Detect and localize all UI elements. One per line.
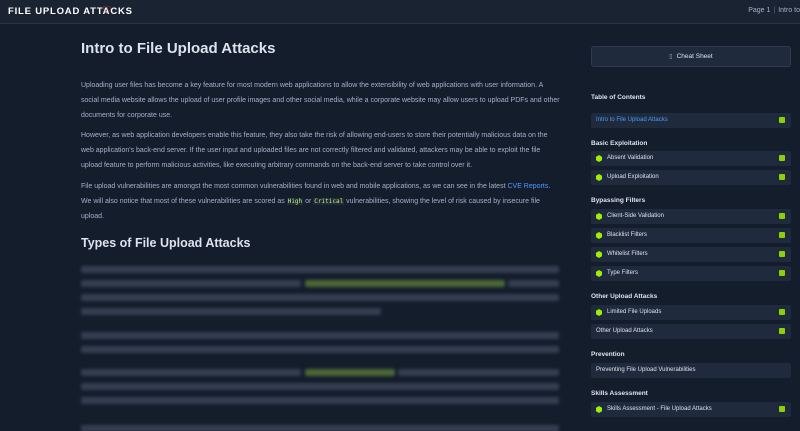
paragraph-text: File upload vulnerabilities are amongst … <box>81 183 508 190</box>
sidebar: ▯ Cheat Sheet Table of Contents Intro to … <box>583 25 800 431</box>
toc-item-preventing-vulnerabilities[interactable]: Preventing File Upload Vulnerabilities <box>591 363 791 378</box>
blurred-line <box>81 308 381 315</box>
blurred-line <box>81 280 301 287</box>
completed-icon <box>779 309 785 315</box>
module-icon <box>596 232 602 239</box>
page-navigation[interactable]: Page 1 | Intro to <box>748 7 800 14</box>
completed-icon <box>779 328 785 334</box>
module-icon <box>596 270 602 277</box>
toc-item-type-filters[interactable]: Type Filters <box>591 266 791 281</box>
critical-code: Critical <box>313 198 345 205</box>
toc-item-label: Whitelist Filters <box>607 251 648 257</box>
module-icon <box>596 155 602 162</box>
toc-item-label: Blacklist Filters <box>607 232 648 238</box>
blurred-line <box>508 280 559 287</box>
top-bar: FILE UPLOAD ATTACKS ♡ Page 1 | Intro to <box>0 0 800 24</box>
toc-item-limited-file-uploads[interactable]: Limited File Uploads <box>591 305 791 320</box>
blurred-line <box>81 266 559 273</box>
toc-item-upload-exploitation[interactable]: Upload Exploitation <box>591 170 791 185</box>
module-title: FILE UPLOAD ATTACKS <box>8 6 133 17</box>
completed-icon <box>779 155 785 161</box>
toc-item-other-upload-attacks[interactable]: Other Upload Attacks <box>591 324 791 339</box>
toc-item-label: Limited File Uploads <box>607 309 662 315</box>
toc-item-label: Client-Side Validation <box>607 213 664 219</box>
blurred-line <box>305 280 505 287</box>
heart-icon[interactable]: ♡ <box>102 4 112 17</box>
blurred-line <box>81 369 301 376</box>
completed-icon <box>779 117 785 123</box>
paragraph-text: or <box>303 198 314 205</box>
toc-group-title: Bypassing Filters <box>591 197 646 204</box>
intro-paragraph-2: However, as web application developers e… <box>81 132 548 169</box>
completed-icon <box>779 232 785 238</box>
blurred-line <box>398 369 559 376</box>
toc-item-label: Absent Validation <box>607 155 654 161</box>
current-section: Intro to <box>778 7 800 14</box>
toc-group-title: Prevention <box>591 351 625 358</box>
section-title: Types of File Upload Attacks <box>81 236 251 250</box>
blurred-line <box>81 332 559 339</box>
toc-item-skills-assessment[interactable]: Skills Assessment - File Upload Attacks <box>591 402 791 417</box>
toc-item-intro[interactable]: Intro to File Upload Attacks <box>591 113 791 128</box>
page-title: Intro to File Upload Attacks <box>81 40 276 57</box>
toc-item-absent-validation[interactable]: Absent Validation <box>591 151 791 166</box>
blurred-line <box>305 369 395 376</box>
toc-item-client-side-validation[interactable]: Client-Side Validation <box>591 209 791 224</box>
blurred-line <box>81 294 559 301</box>
toc-group-title: Skills Assessment <box>591 390 648 397</box>
toc-item-label: Skills Assessment - File Upload Attacks <box>607 406 712 412</box>
module-icon <box>596 309 602 316</box>
blurred-line <box>81 346 559 353</box>
toc-group-title: Other Upload Attacks <box>591 293 658 300</box>
completed-icon <box>779 251 785 257</box>
blurred-line <box>81 397 559 404</box>
completed-icon <box>779 174 785 180</box>
toc-item-label: Type Filters <box>607 270 639 276</box>
document-icon: ▯ <box>669 54 673 60</box>
toc-item-label: Preventing File Upload Vulnerabilities <box>596 367 696 373</box>
separator: | <box>773 7 776 14</box>
intro-paragraph-3: File upload vulnerabilities are amongst … <box>81 179 561 224</box>
module-icon <box>596 406 602 413</box>
toc-item-label: Intro to File Upload Attacks <box>596 117 668 123</box>
completed-icon <box>779 406 785 412</box>
toc-item-blacklist-filters[interactable]: Blacklist Filters <box>591 228 791 243</box>
cheat-sheet-label: Cheat Sheet <box>676 53 713 60</box>
blurred-line <box>81 383 559 390</box>
cheat-sheet-button[interactable]: ▯ Cheat Sheet <box>591 46 791 67</box>
toc-item-whitelist-filters[interactable]: Whitelist Filters <box>591 247 791 262</box>
completed-icon <box>779 213 785 219</box>
main-content: Intro to File Upload Attacks Uploading u… <box>0 25 572 431</box>
toc-item-label: Other Upload Attacks <box>596 328 653 334</box>
module-icon <box>596 213 602 220</box>
toc-title: Table of Contents <box>591 94 646 101</box>
toc-item-label: Upload Exploitation <box>607 174 659 180</box>
completed-icon <box>779 270 785 276</box>
cve-reports-link[interactable]: CVE Reports <box>507 183 548 190</box>
page-indicator: Page 1 <box>748 7 771 14</box>
module-icon <box>596 174 602 181</box>
high-code: High <box>286 198 304 205</box>
blurred-line <box>81 425 559 431</box>
toc-group-title: Basic Exploitation <box>591 140 648 147</box>
module-icon <box>596 251 602 258</box>
intro-paragraph-1: Uploading user files has become a key fe… <box>81 82 560 119</box>
